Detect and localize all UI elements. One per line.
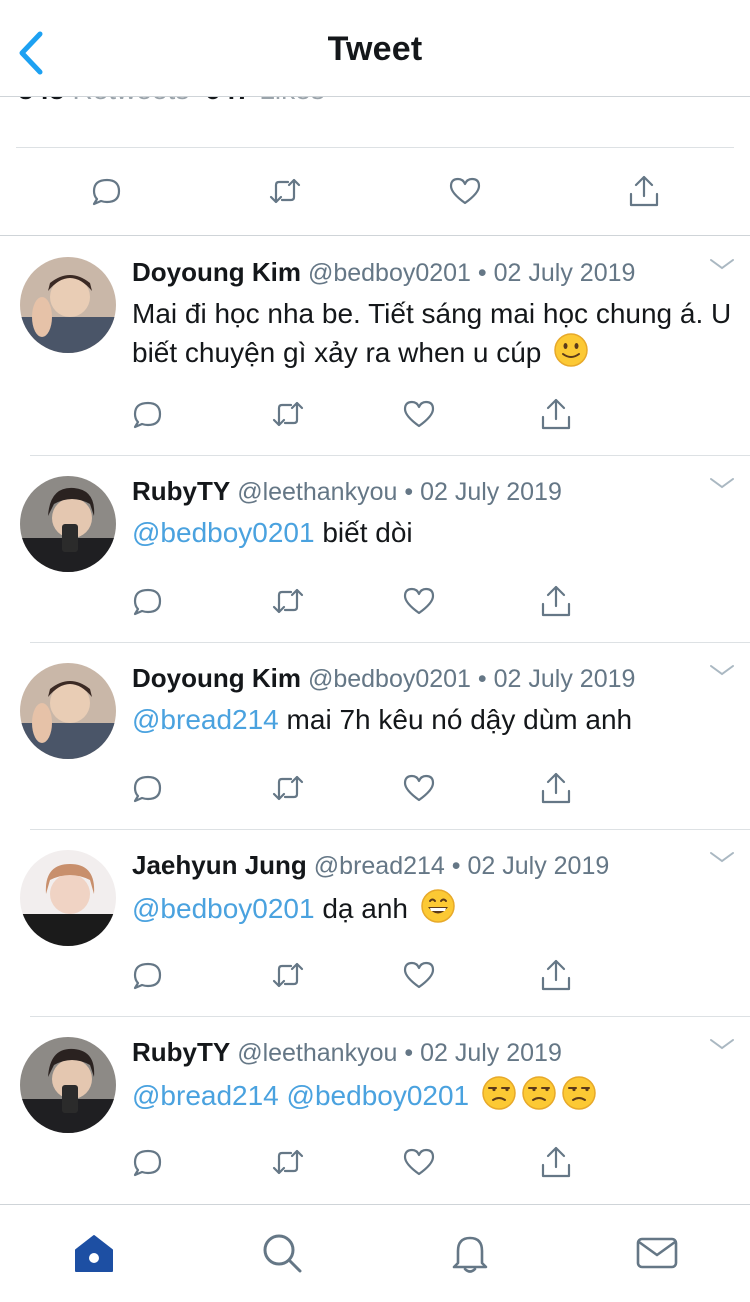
- unamused-face-emoji: [522, 1076, 556, 1110]
- reply-divider: [30, 829, 750, 830]
- notifications-icon[interactable]: [448, 1231, 492, 1275]
- tweet-text: @bread214 mai 7h kêu nó dậy dùm anh: [132, 701, 732, 738]
- user-handle[interactable]: @leethankyou: [237, 478, 397, 506]
- avatar[interactable]: [20, 476, 116, 572]
- share-icon[interactable]: [539, 771, 573, 805]
- reply-meta: RubyTY @leethankyou • 02 July 2019: [132, 1037, 562, 1068]
- reply-icon[interactable]: [130, 771, 164, 805]
- user-handle[interactable]: @bedboy0201: [308, 259, 471, 287]
- like-icon[interactable]: [402, 1145, 436, 1179]
- reply-meta: Jaehyun Jung @bread214 • 02 July 2019: [132, 850, 609, 881]
- chevron-down-icon[interactable]: [708, 850, 736, 864]
- text-segment: Mai đi học nha be. Tiết sáng mai học chu…: [132, 298, 732, 368]
- user-handle[interactable]: @bedboy0201: [308, 665, 471, 693]
- separator-dot: •: [477, 665, 487, 693]
- reply-tweet[interactable]: RubyTY @leethankyou • 02 July 2019 @brea…: [0, 1037, 750, 1197]
- slightly-smiling-face-emoji: [554, 333, 588, 367]
- like-icon[interactable]: [402, 958, 436, 992]
- share-icon[interactable]: [539, 397, 573, 431]
- retweet-icon[interactable]: [271, 397, 305, 431]
- like-icon[interactable]: [448, 174, 482, 208]
- mention-link[interactable]: @bedboy0201: [132, 517, 315, 548]
- tweet-text: Mai đi học nha be. Tiết sáng mai học chu…: [132, 295, 732, 371]
- display-name[interactable]: RubyTY: [132, 476, 230, 506]
- reply-meta: RubyTY @leethankyou • 02 July 2019: [132, 476, 562, 507]
- tweet-date: 02 July 2019: [420, 1039, 562, 1067]
- chevron-down-icon[interactable]: [708, 1037, 736, 1051]
- reply-meta: Doyoung Kim @bedboy0201 • 02 July 2019: [132, 257, 635, 288]
- retweet-icon[interactable]: [271, 1145, 305, 1179]
- like-icon[interactable]: [402, 771, 436, 805]
- text-segment: [279, 1080, 287, 1111]
- reply-divider: [30, 642, 750, 643]
- display-name[interactable]: Doyoung Kim: [132, 257, 301, 287]
- mention-link[interactable]: @bread214: [132, 704, 279, 735]
- avatar[interactable]: [20, 1037, 116, 1133]
- chevron-down-icon[interactable]: [708, 663, 736, 677]
- reply-tweet[interactable]: Jaehyun Jung @bread214 • 02 July 2019 @b…: [0, 850, 750, 1018]
- avatar[interactable]: [20, 257, 116, 353]
- reply-divider: [30, 455, 750, 456]
- tab-bar: [0, 1204, 750, 1302]
- tweet-date: 02 July 2019: [493, 259, 636, 287]
- separator-dot: •: [477, 259, 487, 287]
- unamused-face-emoji: [562, 1076, 596, 1110]
- separator-dot: •: [404, 1039, 414, 1067]
- top-bar: Tweet: [0, 0, 750, 97]
- unamused-face-emoji: [482, 1076, 516, 1110]
- stats-divider: [16, 147, 734, 148]
- separator-dot: •: [451, 852, 461, 880]
- display-name[interactable]: Jaehyun Jung: [132, 850, 307, 880]
- messages-icon[interactable]: [635, 1231, 679, 1275]
- display-name[interactable]: Doyoung Kim: [132, 663, 301, 693]
- user-handle[interactable]: @bread214: [314, 852, 445, 880]
- page-title: Tweet: [327, 30, 423, 68]
- display-name[interactable]: RubyTY: [132, 1037, 230, 1067]
- like-icon[interactable]: [402, 397, 436, 431]
- reply-tweet[interactable]: Doyoung Kim @bedboy0201 • 02 July 2019 M…: [0, 257, 750, 457]
- home-icon[interactable]: [72, 1231, 116, 1275]
- reply-icon[interactable]: [130, 397, 164, 431]
- tweet-text: @bedboy0201 biết dòi: [132, 514, 732, 551]
- reply-icon[interactable]: [130, 584, 164, 618]
- reply-tweet[interactable]: RubyTY @leethankyou • 02 July 2019 @bedb…: [0, 476, 750, 644]
- avatar[interactable]: [20, 663, 116, 759]
- tweet-date: 02 July 2019: [420, 478, 562, 506]
- text-segment: mai 7h kêu nó dậy dùm anh: [278, 704, 633, 735]
- retweet-icon[interactable]: [268, 174, 302, 208]
- main-tweet-actions: [0, 150, 750, 235]
- mention-link[interactable]: @bedboy0201: [132, 893, 315, 924]
- tweet-date: 02 July 2019: [493, 665, 636, 693]
- text-segment: dạ anh: [314, 893, 408, 924]
- reply-meta: Doyoung Kim @bedboy0201 • 02 July 2019: [132, 663, 635, 694]
- mention-link[interactable]: @bread214: [132, 1080, 279, 1111]
- reply-tweet[interactable]: Doyoung Kim @bedboy0201 • 02 July 2019 @…: [0, 663, 750, 831]
- share-icon[interactable]: [539, 584, 573, 618]
- section-divider: [0, 235, 750, 236]
- text-segment: biết dòi: [314, 517, 413, 548]
- mention-link[interactable]: @bedboy0201: [287, 1080, 470, 1111]
- share-icon[interactable]: [627, 174, 661, 208]
- reply-icon[interactable]: [89, 174, 123, 208]
- chevron-down-icon[interactable]: [708, 476, 736, 490]
- tweet-text: @bread214 @bedboy0201: [132, 1075, 732, 1114]
- separator-dot: •: [404, 478, 414, 506]
- search-icon[interactable]: [260, 1231, 304, 1275]
- grinning-face-emoji: [421, 889, 455, 923]
- chevron-down-icon[interactable]: [708, 257, 736, 271]
- share-icon[interactable]: [539, 958, 573, 992]
- retweet-icon[interactable]: [271, 958, 305, 992]
- reply-icon[interactable]: [130, 958, 164, 992]
- retweet-icon[interactable]: [271, 771, 305, 805]
- share-icon[interactable]: [539, 1145, 573, 1179]
- like-icon[interactable]: [402, 584, 436, 618]
- tweet-date: 02 July 2019: [467, 852, 610, 880]
- user-handle[interactable]: @leethankyou: [237, 1039, 397, 1067]
- avatar[interactable]: [20, 850, 116, 946]
- retweet-icon[interactable]: [271, 584, 305, 618]
- reply-icon[interactable]: [130, 1145, 164, 1179]
- reply-divider: [30, 1016, 750, 1017]
- tweet-text: @bedboy0201 dạ anh: [132, 888, 732, 927]
